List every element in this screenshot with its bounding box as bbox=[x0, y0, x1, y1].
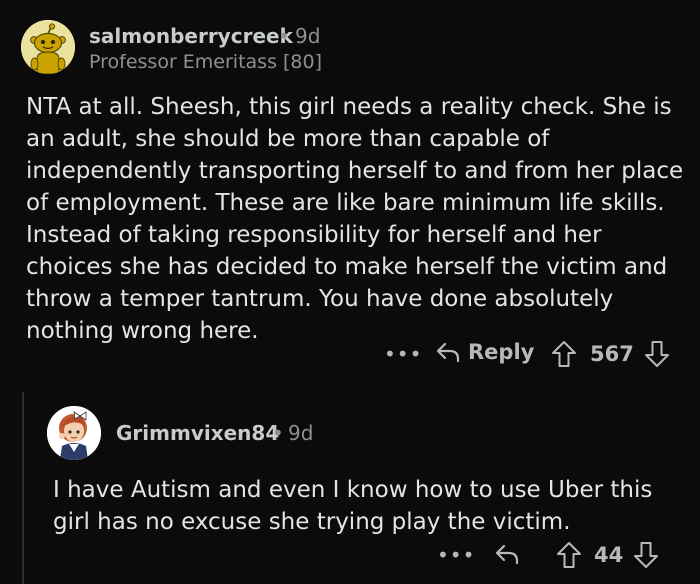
reply-body: I have Autism and even I know how to use… bbox=[53, 477, 653, 535]
meta-separator: • bbox=[278, 24, 290, 48]
upvote-arrow-icon[interactable] bbox=[556, 541, 582, 569]
user-flair: Professor Emeritass [80] bbox=[89, 51, 323, 73]
snoo-avatar-icon bbox=[21, 20, 75, 74]
reply-meta-separator: • bbox=[272, 421, 284, 445]
reply-age: 9d bbox=[288, 421, 314, 445]
reply-button[interactable]: Reply bbox=[436, 340, 534, 364]
reply-user-avatar[interactable] bbox=[47, 406, 101, 460]
vote-controls: 567 bbox=[551, 340, 670, 368]
downvote-arrow-icon[interactable] bbox=[633, 541, 659, 569]
reply-reply-button[interactable] bbox=[495, 543, 519, 569]
reply-arrow-icon bbox=[436, 342, 460, 363]
user-avatar[interactable] bbox=[21, 20, 75, 74]
comment-username[interactable]: salmonberrycreek bbox=[89, 24, 293, 48]
vote-score: 567 bbox=[590, 342, 634, 366]
cartoon-avatar-icon bbox=[47, 406, 101, 460]
downvote-arrow-icon[interactable] bbox=[644, 340, 670, 368]
comment-body: NTA at all. Sheesh, this girl needs a re… bbox=[26, 94, 684, 344]
comment-age: 9d bbox=[295, 24, 321, 48]
reply-username[interactable]: Grimmvixen84 bbox=[116, 421, 279, 445]
reply-actions: ••• 44 bbox=[0, 541, 700, 571]
comment-actions: ••• Reply 567 bbox=[0, 340, 700, 370]
reply-arrow-icon bbox=[495, 544, 519, 565]
reply-more-options-button[interactable]: ••• bbox=[437, 543, 475, 567]
reply-vote-score: 44 bbox=[594, 543, 624, 567]
upvote-arrow-icon[interactable] bbox=[551, 340, 577, 368]
reply-vote-controls: 44 bbox=[556, 541, 659, 569]
reply-label: Reply bbox=[468, 340, 535, 364]
more-options-button[interactable]: ••• bbox=[384, 342, 422, 366]
